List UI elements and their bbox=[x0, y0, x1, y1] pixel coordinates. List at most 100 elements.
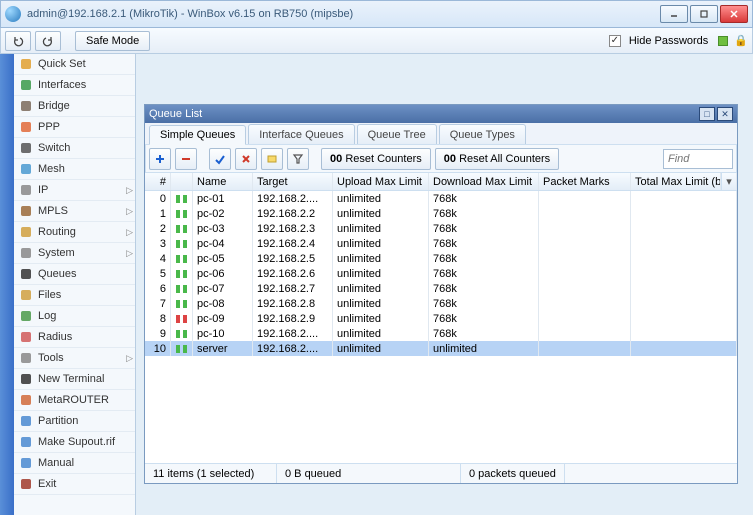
sidebar-item-label: Interfaces bbox=[38, 79, 86, 91]
cell-total bbox=[631, 206, 737, 221]
sidebar-item-new-terminal[interactable]: New Terminal bbox=[14, 369, 135, 390]
cell-packet-marks bbox=[539, 311, 631, 326]
submenu-arrow-icon: ▷ bbox=[126, 185, 133, 196]
table-header[interactable]: # Name Target Upload Max Limit Download … bbox=[145, 173, 737, 191]
inner-close-button[interactable]: ✕ bbox=[717, 107, 733, 121]
tools-icon bbox=[18, 350, 34, 366]
sidebar-item-system[interactable]: System▷ bbox=[14, 243, 135, 264]
table-row[interactable]: 10server192.168.2....unlimitedunlimited bbox=[145, 341, 737, 356]
tab-queue-tree[interactable]: Queue Tree bbox=[357, 124, 437, 144]
cell-target: 192.168.2.... bbox=[253, 341, 333, 356]
cell-name: server bbox=[193, 341, 253, 356]
queue-icon bbox=[176, 330, 187, 338]
cell-total bbox=[631, 266, 737, 281]
cell-download: 768k bbox=[429, 266, 539, 281]
columns-menu-button[interactable]: ▾ bbox=[721, 173, 737, 190]
col-download[interactable]: Download Max Limit bbox=[429, 173, 539, 190]
tab-queue-types[interactable]: Queue Types bbox=[439, 124, 526, 144]
queue-icon bbox=[176, 255, 187, 263]
cell-icon bbox=[171, 341, 193, 356]
table-row[interactable]: 9pc-10192.168.2....unlimited768k bbox=[145, 326, 737, 341]
table-row[interactable]: 8pc-09192.168.2.9unlimited768k bbox=[145, 311, 737, 326]
table-row[interactable]: 2pc-03192.168.2.3unlimited768k bbox=[145, 221, 737, 236]
col-icon[interactable] bbox=[171, 173, 193, 190]
col-packet-marks[interactable]: Packet Marks bbox=[539, 173, 631, 190]
sidebar-item-label: Switch bbox=[38, 142, 70, 154]
status-packets: 0 packets queued bbox=[461, 464, 565, 483]
cell-number: 9 bbox=[145, 326, 171, 341]
sidebar-item-mesh[interactable]: Mesh bbox=[14, 159, 135, 180]
table-row[interactable]: 5pc-06192.168.2.6unlimited768k bbox=[145, 266, 737, 281]
sidebar-item-files[interactable]: Files bbox=[14, 285, 135, 306]
mpls-icon bbox=[18, 203, 34, 219]
queue-icon bbox=[176, 270, 187, 278]
sidebar-item-switch[interactable]: Switch bbox=[14, 138, 135, 159]
disable-button[interactable] bbox=[235, 148, 257, 170]
col-target[interactable]: Target bbox=[253, 173, 333, 190]
sidebar-item-ip[interactable]: IP ▷ bbox=[14, 180, 135, 201]
tab-simple-queues[interactable]: Simple Queues bbox=[149, 125, 246, 145]
cell-total bbox=[631, 311, 737, 326]
tab-interface-queues[interactable]: Interface Queues bbox=[248, 124, 354, 144]
redo-button[interactable] bbox=[35, 31, 61, 51]
sidebar-item-metarouter[interactable]: MetaROUTER bbox=[14, 390, 135, 411]
queue-icon bbox=[176, 345, 187, 353]
safe-mode-button[interactable]: Safe Mode bbox=[75, 31, 150, 51]
sidebar-item-partition[interactable]: Partition bbox=[14, 411, 135, 432]
filter-button[interactable] bbox=[287, 148, 309, 170]
enable-button[interactable] bbox=[209, 148, 231, 170]
table-row[interactable]: 3pc-04192.168.2.4unlimited768k bbox=[145, 236, 737, 251]
close-button[interactable] bbox=[720, 5, 748, 23]
table-row[interactable]: 7pc-08192.168.2.8unlimited768k bbox=[145, 296, 737, 311]
table-row[interactable]: 0pc-01192.168.2....unlimited768k bbox=[145, 191, 737, 206]
supout-icon bbox=[18, 434, 34, 450]
switch-icon bbox=[18, 140, 34, 156]
sidebar-item-quick-set[interactable]: Quick Set bbox=[14, 54, 135, 75]
hide-passwords-checkbox[interactable] bbox=[609, 35, 621, 47]
remove-button[interactable] bbox=[175, 148, 197, 170]
sidebar-item-label: Bridge bbox=[38, 100, 70, 112]
status-queued: 0 B queued bbox=[277, 464, 461, 483]
sidebar-item-queues[interactable]: Queues bbox=[14, 264, 135, 285]
sidebar-item-manual[interactable]: Manual bbox=[14, 453, 135, 474]
sidebar-item-make-supout-rif[interactable]: Make Supout.rif bbox=[14, 432, 135, 453]
reset-counters-button[interactable]: 00 Reset Counters bbox=[321, 148, 431, 170]
sidebar-item-ppp[interactable]: PPP bbox=[14, 117, 135, 138]
sidebar-item-tools[interactable]: Tools▷ bbox=[14, 348, 135, 369]
queues-icon bbox=[18, 266, 34, 282]
sidebar-item-interfaces[interactable]: Interfaces bbox=[14, 75, 135, 96]
sidebar-item-bridge[interactable]: Bridge bbox=[14, 96, 135, 117]
cell-number: 0 bbox=[145, 191, 171, 206]
col-number[interactable]: # bbox=[145, 173, 171, 190]
col-upload[interactable]: Upload Max Limit bbox=[333, 173, 429, 190]
sidebar-item-mpls[interactable]: MPLS▷ bbox=[14, 201, 135, 222]
padlock-icon: 🔒 bbox=[734, 34, 748, 47]
col-total[interactable]: Total Max Limit (bi... bbox=[631, 173, 721, 190]
sidebar-item-routing[interactable]: Routing▷ bbox=[14, 222, 135, 243]
cell-name: pc-05 bbox=[193, 251, 253, 266]
table-row[interactable]: 6pc-07192.168.2.7unlimited768k bbox=[145, 281, 737, 296]
ppp-icon bbox=[18, 119, 34, 135]
inner-titlebar[interactable]: Queue List □ ✕ bbox=[145, 105, 737, 123]
sidebar-item-log[interactable]: Log bbox=[14, 306, 135, 327]
col-name[interactable]: Name bbox=[193, 173, 253, 190]
mesh-icon bbox=[18, 161, 34, 177]
find-input[interactable] bbox=[663, 149, 733, 169]
cell-target: 192.168.2.... bbox=[253, 191, 333, 206]
sidebar-item-label: IP bbox=[38, 184, 48, 196]
sidebar-item-label: Manual bbox=[38, 457, 74, 469]
sidebar-item-exit[interactable]: Exit bbox=[14, 474, 135, 495]
minimize-button[interactable] bbox=[660, 5, 688, 23]
add-button[interactable] bbox=[149, 148, 171, 170]
sidebar-item-radius[interactable]: Radius bbox=[14, 327, 135, 348]
table-row[interactable]: 1pc-02192.168.2.2unlimited768k bbox=[145, 206, 737, 221]
reset-all-counters-button[interactable]: 00 Reset All Counters bbox=[435, 148, 559, 170]
maximize-button[interactable] bbox=[690, 5, 718, 23]
inner-maximize-button[interactable]: □ bbox=[699, 107, 715, 121]
cell-packet-marks bbox=[539, 191, 631, 206]
undo-button[interactable] bbox=[5, 31, 31, 51]
table-row[interactable]: 4pc-05192.168.2.5unlimited768k bbox=[145, 251, 737, 266]
comment-button[interactable] bbox=[261, 148, 283, 170]
cell-total bbox=[631, 341, 737, 356]
cell-icon bbox=[171, 281, 193, 296]
